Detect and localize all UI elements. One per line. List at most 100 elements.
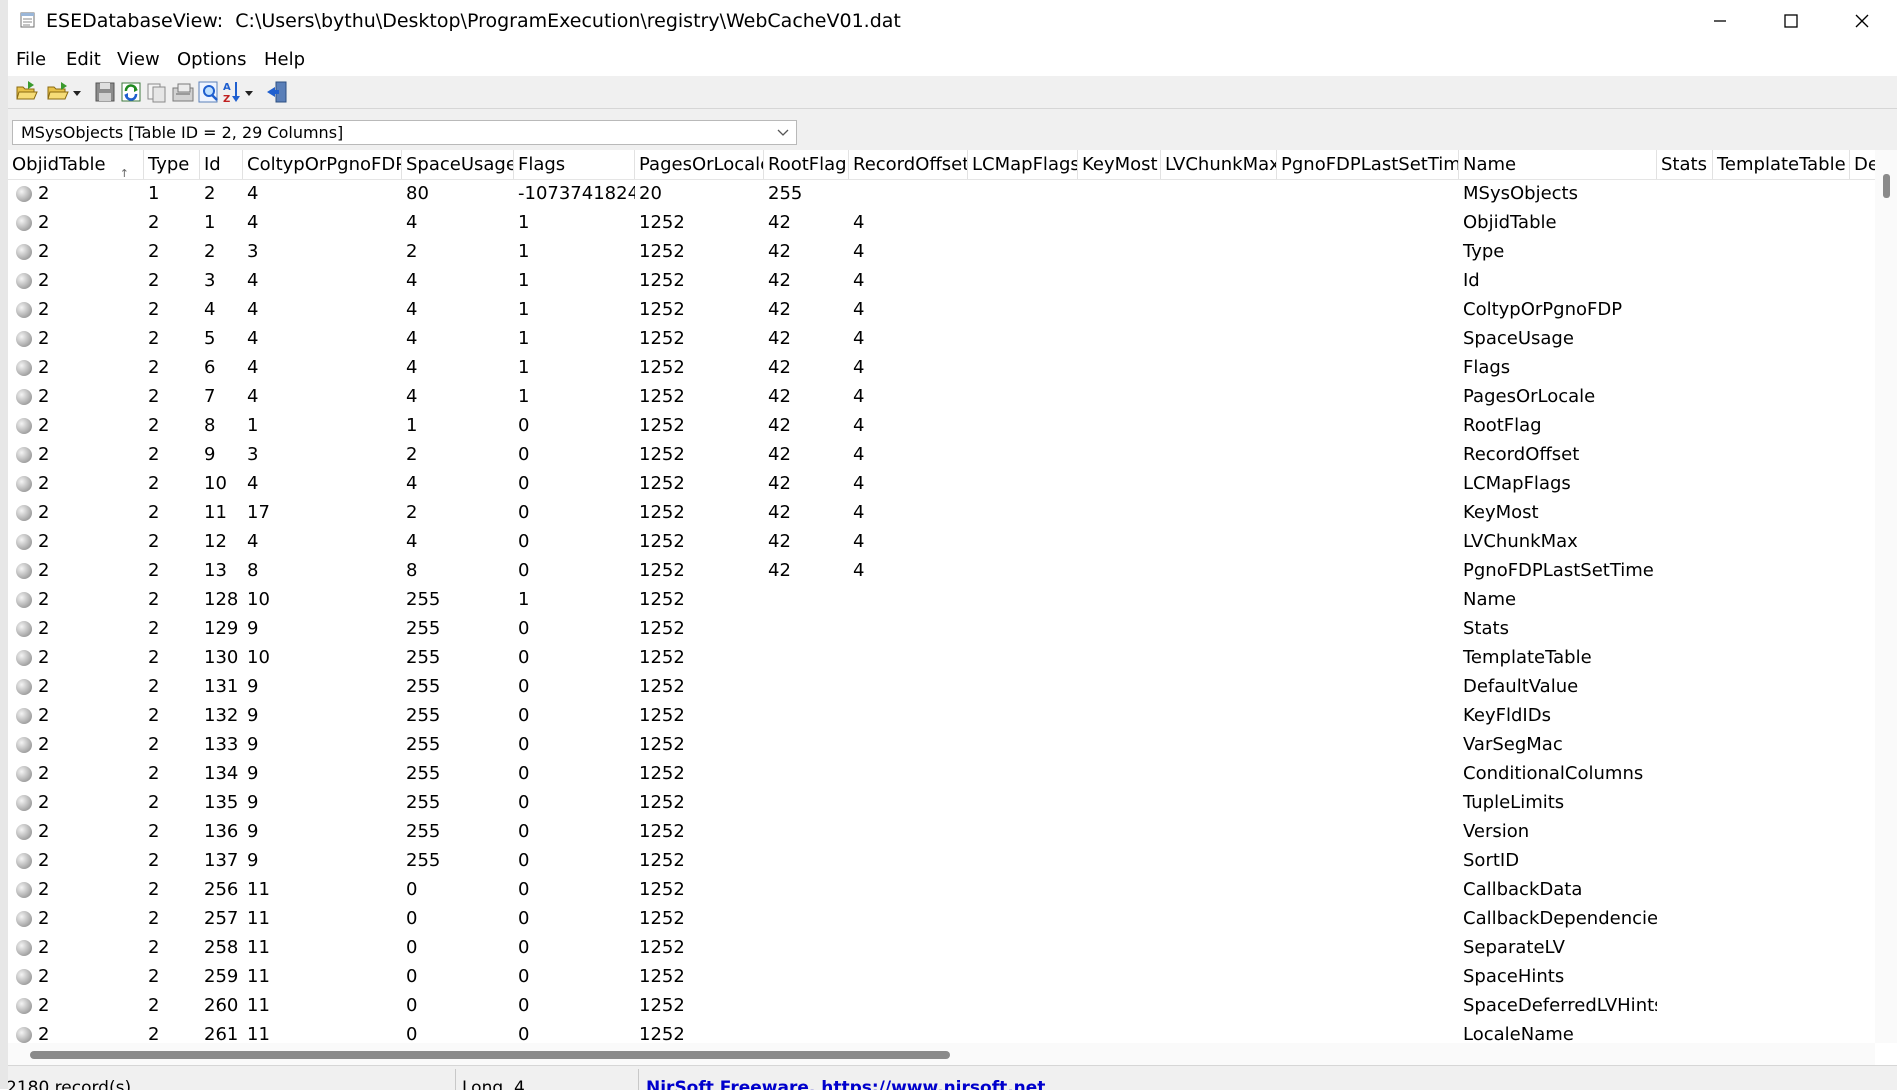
cell-name: SeparateLV [1463, 937, 1565, 958]
cell-type: 2 [148, 937, 160, 958]
cell-id: 12 [204, 531, 227, 552]
table-row[interactable]: 2 2 12 4 4 0 1252 42 4 LVChunkMax [8, 527, 1875, 556]
column-header-stats[interactable]: Stats [1657, 150, 1713, 179]
column-header-objidtable[interactable]: ObjidTable ↑ [8, 150, 144, 179]
table-row[interactable]: 2 2 6 4 4 1 1252 42 4 Flags [8, 353, 1875, 382]
open-database-icon[interactable] [14, 79, 40, 105]
table-row[interactable]: 2 2 129 9 255 0 1252 Stats [8, 614, 1875, 643]
cell-spaceusage: 255 [406, 618, 441, 639]
table-row[interactable]: 2 2 8 1 1 0 1252 42 4 RootFlag [8, 411, 1875, 440]
cell-spaceusage: 0 [406, 879, 418, 900]
cell-rootflag: 42 [768, 415, 791, 436]
table-row[interactable]: 2 2 4 4 4 1 1252 42 4 ColtypOrPgnoFDP [8, 295, 1875, 324]
table-row[interactable]: 2 2 137 9 255 0 1252 SortID [8, 846, 1875, 875]
table-row[interactable]: 2 2 132 9 255 0 1252 KeyFldIDs [8, 701, 1875, 730]
refresh-icon[interactable] [118, 79, 144, 105]
nirsoft-link[interactable]: NirSoft Freeware. https://www.nirsoft.ne… [646, 1078, 1045, 1090]
menu-help[interactable]: Help [264, 49, 305, 70]
horizontal-scrollbar[interactable] [8, 1043, 1875, 1065]
cell-name: Version [1463, 821, 1530, 842]
column-header-name[interactable]: Name [1459, 150, 1657, 179]
cell-id: 6 [204, 357, 216, 378]
table-row[interactable]: 2 2 133 9 255 0 1252 VarSegMac [8, 730, 1875, 759]
save-icon[interactable] [92, 79, 118, 105]
record-icon [16, 621, 32, 637]
table-row[interactable]: 2 2 10 4 4 0 1252 42 4 LCMapFlags [8, 469, 1875, 498]
menu-edit[interactable]: Edit [66, 49, 101, 70]
table-row[interactable]: 2 2 1 4 4 1 1252 42 4 ObjidTable [8, 208, 1875, 237]
record-icon [16, 824, 32, 840]
cell-pagesorlocale: 1252 [639, 821, 685, 842]
cell-coltyporpgnofdp: 4 [247, 386, 259, 407]
table-row[interactable]: 2 2 11 17 2 0 1252 42 4 KeyMost [8, 498, 1875, 527]
cell-rootflag: 42 [768, 444, 791, 465]
table-row[interactable]: 2 2 13 8 8 0 1252 42 4 PgnoFDPLastSetTime [8, 556, 1875, 585]
cell-coltyporpgnofdp: 17 [247, 502, 270, 523]
cell-spaceusage: 4 [406, 299, 418, 320]
table-row[interactable]: 2 2 5 4 4 1 1252 42 4 SpaceUsage [8, 324, 1875, 353]
column-header-lvchunkmax[interactable]: LVChunkMax [1161, 150, 1277, 179]
sort-icon[interactable]: A Z [222, 79, 258, 105]
exit-icon[interactable] [264, 79, 290, 105]
vertical-scroll-thumb[interactable] [1883, 174, 1890, 198]
vertical-scrollbar[interactable] [1875, 150, 1897, 1043]
table-row[interactable]: 2 1 2 4 80 -1073741824 20 255 MSysObjects [8, 179, 1875, 208]
table-row[interactable]: 2 2 9 3 2 0 1252 42 4 RecordOffset [8, 440, 1875, 469]
column-header-type[interactable]: Type [144, 150, 200, 179]
menu-options[interactable]: Options [177, 49, 246, 70]
table-row[interactable]: 2 2 261 11 0 0 1252 LocaleName [8, 1020, 1875, 1043]
column-header-pagesorlocale[interactable]: PagesOrLocale [635, 150, 764, 179]
cell-rootflag: 42 [768, 328, 791, 349]
close-button[interactable] [1826, 0, 1897, 42]
table-row[interactable]: 2 2 2 3 2 1 1252 42 4 Type [8, 237, 1875, 266]
column-header-coltyporpgnofdp[interactable]: ColtypOrPgnoFDP [243, 150, 402, 179]
menu-view[interactable]: View [117, 49, 160, 70]
copy-icon[interactable] [144, 79, 170, 105]
column-header-label: Flags [518, 154, 566, 175]
column-header-templatetable[interactable]: TemplateTable [1713, 150, 1850, 179]
cell-pagesorlocale: 1252 [639, 212, 685, 233]
table-row[interactable]: 2 2 128 10 255 1 1252 Name [8, 585, 1875, 614]
table-row[interactable]: 2 2 3 4 4 1 1252 42 4 Id [8, 266, 1875, 295]
table-row[interactable]: 2 2 135 9 255 0 1252 TupleLimits [8, 788, 1875, 817]
column-header-lcmapflags[interactable]: LCMapFlags [968, 150, 1078, 179]
maximize-button[interactable] [1755, 0, 1826, 42]
column-header-rootflag[interactable]: RootFlag [764, 150, 849, 179]
horizontal-scroll-thumb[interactable] [30, 1051, 950, 1059]
column-header-pgnofdplastsettime[interactable]: PgnoFDPLastSetTime [1277, 150, 1459, 179]
cell-flags: 1 [518, 589, 530, 610]
column-header-id[interactable]: Id [200, 150, 243, 179]
menu-file[interactable]: File [16, 49, 46, 70]
table-row[interactable]: 2 2 257 11 0 0 1252 CallbackDependencies [8, 904, 1875, 933]
column-header-spaceusage[interactable]: SpaceUsage [402, 150, 514, 179]
column-header-defa[interactable]: Defa [1850, 150, 1875, 179]
cell-objidtable: 2 [38, 502, 50, 523]
minimize-button[interactable] [1684, 0, 1755, 42]
table-row[interactable]: 2 2 259 11 0 0 1252 SpaceHints [8, 962, 1875, 991]
chevron-down-icon[interactable] [776, 125, 790, 139]
table-row[interactable]: 2 2 130 10 255 0 1252 TemplateTable [8, 643, 1875, 672]
cell-pagesorlocale: 1252 [639, 676, 685, 697]
table-row[interactable]: 2 2 7 4 4 1 1252 42 4 PagesOrLocale [8, 382, 1875, 411]
table-row[interactable]: 2 2 134 9 255 0 1252 ConditionalColumns [8, 759, 1875, 788]
column-header-flags[interactable]: Flags [514, 150, 635, 179]
cell-coltyporpgnofdp: 9 [247, 821, 259, 842]
table-selector[interactable]: MSysObjects [Table ID = 2, 29 Columns] [12, 120, 797, 145]
table-row[interactable]: 2 2 256 11 0 0 1252 CallbackData [8, 875, 1875, 904]
cell-recordoffset: 4 [853, 357, 865, 378]
table-row[interactable]: 2 2 260 11 0 0 1252 SpaceDeferredLVHints [8, 991, 1875, 1020]
cell-rootflag: 42 [768, 502, 791, 523]
table-row[interactable]: 2 2 136 9 255 0 1252 Version [8, 817, 1875, 846]
cell-type: 2 [148, 444, 160, 465]
find-icon[interactable] [196, 79, 222, 105]
table-row[interactable]: 2 2 258 11 0 0 1252 SeparateLV [8, 933, 1875, 962]
cell-objidtable: 2 [38, 386, 50, 407]
table-row[interactable]: 2 2 131 9 255 0 1252 DefaultValue [8, 672, 1875, 701]
cell-rootflag: 42 [768, 357, 791, 378]
open-recent-icon[interactable] [45, 79, 87, 105]
cell-flags: 1 [518, 270, 530, 291]
properties-icon[interactable] [170, 79, 196, 105]
column-header-keymost[interactable]: KeyMost [1078, 150, 1161, 179]
app-window: ESEDatabaseView: C:\Users\bythu\Desktop\… [8, 0, 1897, 1090]
column-header-recordoffset[interactable]: RecordOffset [849, 150, 968, 179]
